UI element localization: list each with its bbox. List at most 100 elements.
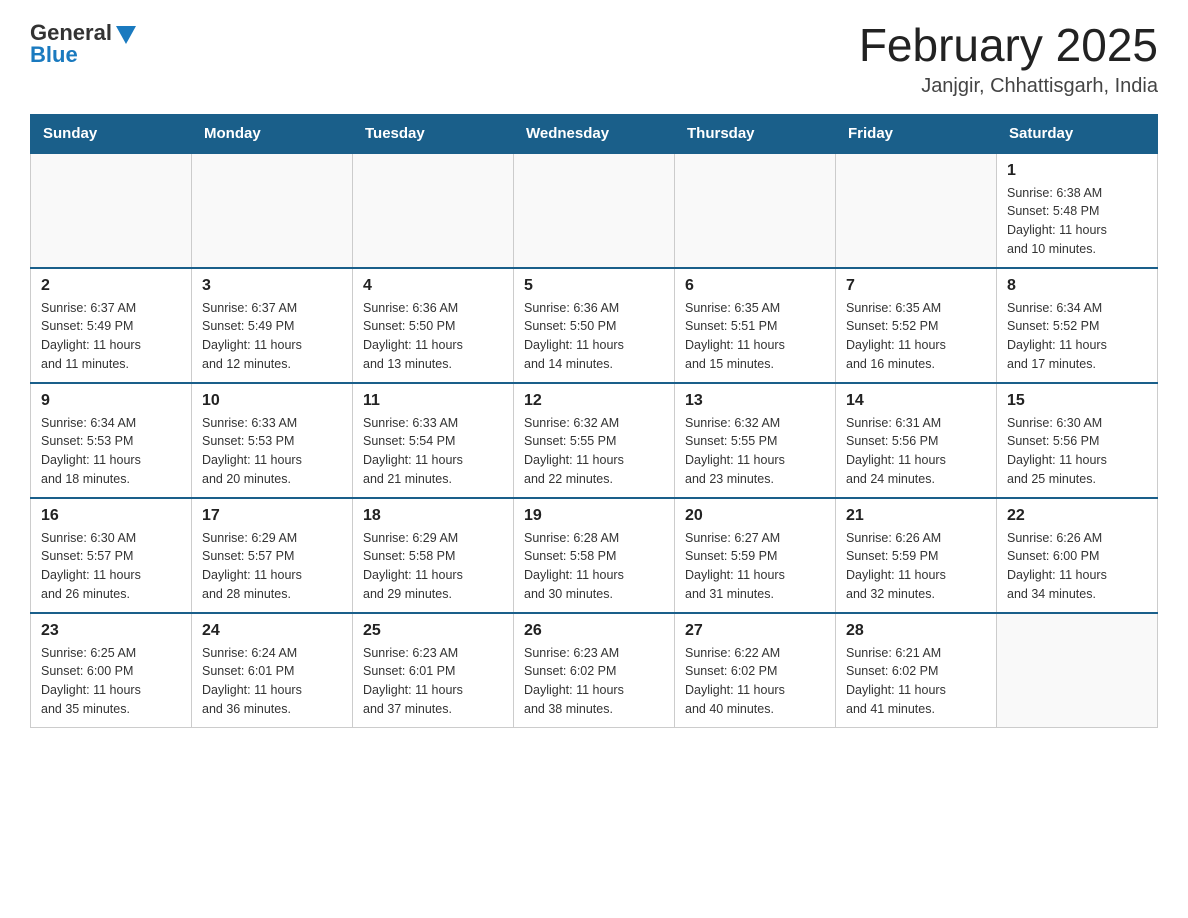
day-info: Sunrise: 6:35 AM Sunset: 5:51 PM Dayligh… bbox=[685, 299, 825, 374]
day-info: Sunrise: 6:29 AM Sunset: 5:58 PM Dayligh… bbox=[363, 529, 503, 604]
calendar-subtitle: Janjgir, Chhattisgarh, India bbox=[859, 75, 1158, 98]
day-info: Sunrise: 6:23 AM Sunset: 6:02 PM Dayligh… bbox=[524, 644, 664, 719]
day-number: 8 bbox=[1007, 277, 1147, 295]
day-info: Sunrise: 6:30 AM Sunset: 5:56 PM Dayligh… bbox=[1007, 414, 1147, 489]
day-info: Sunrise: 6:36 AM Sunset: 5:50 PM Dayligh… bbox=[363, 299, 503, 374]
calendar-cell: 21 Sunrise: 6:26 AM Sunset: 5:59 PM Dayli… bbox=[836, 498, 997, 613]
day-info: Sunrise: 6:24 AM Sunset: 6:01 PM Dayligh… bbox=[202, 644, 342, 719]
calendar-cell: 4 Sunrise: 6:36 AM Sunset: 5:50 PM Daylig… bbox=[353, 268, 514, 383]
calendar-week-row: 23 Sunrise: 6:25 AM Sunset: 6:00 PM Dayli… bbox=[31, 613, 1158, 728]
day-info: Sunrise: 6:37 AM Sunset: 5:49 PM Dayligh… bbox=[202, 299, 342, 374]
calendar-cell bbox=[836, 153, 997, 268]
day-number: 9 bbox=[41, 392, 181, 410]
weekday-header-sunday: Sunday bbox=[31, 114, 192, 153]
day-number: 1 bbox=[1007, 162, 1147, 180]
day-number: 2 bbox=[41, 277, 181, 295]
day-number: 14 bbox=[846, 392, 986, 410]
day-number: 13 bbox=[685, 392, 825, 410]
day-number: 24 bbox=[202, 622, 342, 640]
weekday-header-friday: Friday bbox=[836, 114, 997, 153]
calendar-cell: 1 Sunrise: 6:38 AM Sunset: 5:48 PM Daylig… bbox=[997, 153, 1158, 268]
calendar-cell: 28Sunrise: 6:21 AM Sunset: 6:02 PM Dayli… bbox=[836, 613, 997, 728]
day-number: 21 bbox=[846, 507, 986, 525]
day-number: 20 bbox=[685, 507, 825, 525]
logo: General Blue bbox=[30, 20, 136, 68]
calendar-cell: 24 Sunrise: 6:24 AM Sunset: 6:01 PM Dayli… bbox=[192, 613, 353, 728]
day-number: 4 bbox=[363, 277, 503, 295]
day-info: Sunrise: 6:28 AM Sunset: 5:58 PM Dayligh… bbox=[524, 529, 664, 604]
weekday-header-row: SundayMondayTuesdayWednesdayThursdayFrid… bbox=[31, 114, 1158, 153]
calendar-cell bbox=[353, 153, 514, 268]
calendar-cell: 12 Sunrise: 6:32 AM Sunset: 5:55 PM Dayli… bbox=[514, 383, 675, 498]
calendar-cell: 10 Sunrise: 6:33 AM Sunset: 5:53 PM Dayli… bbox=[192, 383, 353, 498]
day-info: Sunrise: 6:32 AM Sunset: 5:55 PM Dayligh… bbox=[524, 414, 664, 489]
calendar-cell: 18Sunrise: 6:29 AM Sunset: 5:58 PM Dayli… bbox=[353, 498, 514, 613]
calendar-cell bbox=[514, 153, 675, 268]
calendar-cell: 14 Sunrise: 6:31 AM Sunset: 5:56 PM Dayli… bbox=[836, 383, 997, 498]
day-info: Sunrise: 6:26 AM Sunset: 5:59 PM Dayligh… bbox=[846, 529, 986, 604]
page-header: General Blue February 2025 Janjgir, Chha… bbox=[30, 20, 1158, 98]
day-info: Sunrise: 6:34 AM Sunset: 5:53 PM Dayligh… bbox=[41, 414, 181, 489]
calendar-cell: 19 Sunrise: 6:28 AM Sunset: 5:58 PM Dayli… bbox=[514, 498, 675, 613]
day-number: 26 bbox=[524, 622, 664, 640]
calendar-cell bbox=[31, 153, 192, 268]
day-number: 28 bbox=[846, 622, 986, 640]
calendar-cell: 5 Sunrise: 6:36 AM Sunset: 5:50 PM Daylig… bbox=[514, 268, 675, 383]
day-info: Sunrise: 6:36 AM Sunset: 5:50 PM Dayligh… bbox=[524, 299, 664, 374]
calendar-cell: 16 Sunrise: 6:30 AM Sunset: 5:57 PM Dayli… bbox=[31, 498, 192, 613]
day-number: 5 bbox=[524, 277, 664, 295]
calendar-cell: 6Sunrise: 6:35 AM Sunset: 5:51 PM Daylig… bbox=[675, 268, 836, 383]
day-info: Sunrise: 6:26 AM Sunset: 6:00 PM Dayligh… bbox=[1007, 529, 1147, 604]
calendar-cell: 7Sunrise: 6:35 AM Sunset: 5:52 PM Daylig… bbox=[836, 268, 997, 383]
day-number: 19 bbox=[524, 507, 664, 525]
calendar-cell bbox=[675, 153, 836, 268]
calendar-cell: 22 Sunrise: 6:26 AM Sunset: 6:00 PM Dayli… bbox=[997, 498, 1158, 613]
weekday-header-tuesday: Tuesday bbox=[353, 114, 514, 153]
calendar-week-row: 9 Sunrise: 6:34 AM Sunset: 5:53 PM Daylig… bbox=[31, 383, 1158, 498]
day-info: Sunrise: 6:35 AM Sunset: 5:52 PM Dayligh… bbox=[846, 299, 986, 374]
weekday-header-saturday: Saturday bbox=[997, 114, 1158, 153]
day-info: Sunrise: 6:29 AM Sunset: 5:57 PM Dayligh… bbox=[202, 529, 342, 604]
weekday-header-thursday: Thursday bbox=[675, 114, 836, 153]
calendar-table: SundayMondayTuesdayWednesdayThursdayFrid… bbox=[30, 114, 1158, 728]
calendar-cell: 11Sunrise: 6:33 AM Sunset: 5:54 PM Dayli… bbox=[353, 383, 514, 498]
day-info: Sunrise: 6:33 AM Sunset: 5:53 PM Dayligh… bbox=[202, 414, 342, 489]
calendar-cell: 2 Sunrise: 6:37 AM Sunset: 5:49 PM Daylig… bbox=[31, 268, 192, 383]
calendar-cell: 17 Sunrise: 6:29 AM Sunset: 5:57 PM Dayli… bbox=[192, 498, 353, 613]
day-number: 12 bbox=[524, 392, 664, 410]
calendar-cell bbox=[997, 613, 1158, 728]
logo-triangle-icon bbox=[116, 26, 136, 44]
calendar-cell: 8 Sunrise: 6:34 AM Sunset: 5:52 PM Daylig… bbox=[997, 268, 1158, 383]
day-info: Sunrise: 6:32 AM Sunset: 5:55 PM Dayligh… bbox=[685, 414, 825, 489]
day-number: 22 bbox=[1007, 507, 1147, 525]
day-info: Sunrise: 6:33 AM Sunset: 5:54 PM Dayligh… bbox=[363, 414, 503, 489]
day-number: 23 bbox=[41, 622, 181, 640]
calendar-cell: 13 Sunrise: 6:32 AM Sunset: 5:55 PM Dayli… bbox=[675, 383, 836, 498]
day-info: Sunrise: 6:31 AM Sunset: 5:56 PM Dayligh… bbox=[846, 414, 986, 489]
day-info: Sunrise: 6:27 AM Sunset: 5:59 PM Dayligh… bbox=[685, 529, 825, 604]
day-info: Sunrise: 6:34 AM Sunset: 5:52 PM Dayligh… bbox=[1007, 299, 1147, 374]
day-number: 15 bbox=[1007, 392, 1147, 410]
calendar-cell: 15 Sunrise: 6:30 AM Sunset: 5:56 PM Dayli… bbox=[997, 383, 1158, 498]
day-number: 27 bbox=[685, 622, 825, 640]
calendar-cell: 3Sunrise: 6:37 AM Sunset: 5:49 PM Daylig… bbox=[192, 268, 353, 383]
calendar-cell: 9 Sunrise: 6:34 AM Sunset: 5:53 PM Daylig… bbox=[31, 383, 192, 498]
day-info: Sunrise: 6:30 AM Sunset: 5:57 PM Dayligh… bbox=[41, 529, 181, 604]
calendar-week-row: 16 Sunrise: 6:30 AM Sunset: 5:57 PM Dayli… bbox=[31, 498, 1158, 613]
calendar-week-row: 2 Sunrise: 6:37 AM Sunset: 5:49 PM Daylig… bbox=[31, 268, 1158, 383]
day-info: Sunrise: 6:25 AM Sunset: 6:00 PM Dayligh… bbox=[41, 644, 181, 719]
calendar-cell: 26 Sunrise: 6:23 AM Sunset: 6:02 PM Dayli… bbox=[514, 613, 675, 728]
calendar-title-block: February 2025 Janjgir, Chhattisgarh, Ind… bbox=[859, 20, 1158, 98]
day-number: 17 bbox=[202, 507, 342, 525]
calendar-header: SundayMondayTuesdayWednesdayThursdayFrid… bbox=[31, 114, 1158, 153]
day-info: Sunrise: 6:38 AM Sunset: 5:48 PM Dayligh… bbox=[1007, 184, 1147, 259]
day-info: Sunrise: 6:23 AM Sunset: 6:01 PM Dayligh… bbox=[363, 644, 503, 719]
calendar-body: 1 Sunrise: 6:38 AM Sunset: 5:48 PM Daylig… bbox=[31, 153, 1158, 728]
day-number: 10 bbox=[202, 392, 342, 410]
day-number: 16 bbox=[41, 507, 181, 525]
logo-blue-text: Blue bbox=[30, 42, 78, 68]
weekday-header-monday: Monday bbox=[192, 114, 353, 153]
day-info: Sunrise: 6:37 AM Sunset: 5:49 PM Dayligh… bbox=[41, 299, 181, 374]
calendar-cell: 23 Sunrise: 6:25 AM Sunset: 6:00 PM Dayli… bbox=[31, 613, 192, 728]
calendar-week-row: 1 Sunrise: 6:38 AM Sunset: 5:48 PM Daylig… bbox=[31, 153, 1158, 268]
